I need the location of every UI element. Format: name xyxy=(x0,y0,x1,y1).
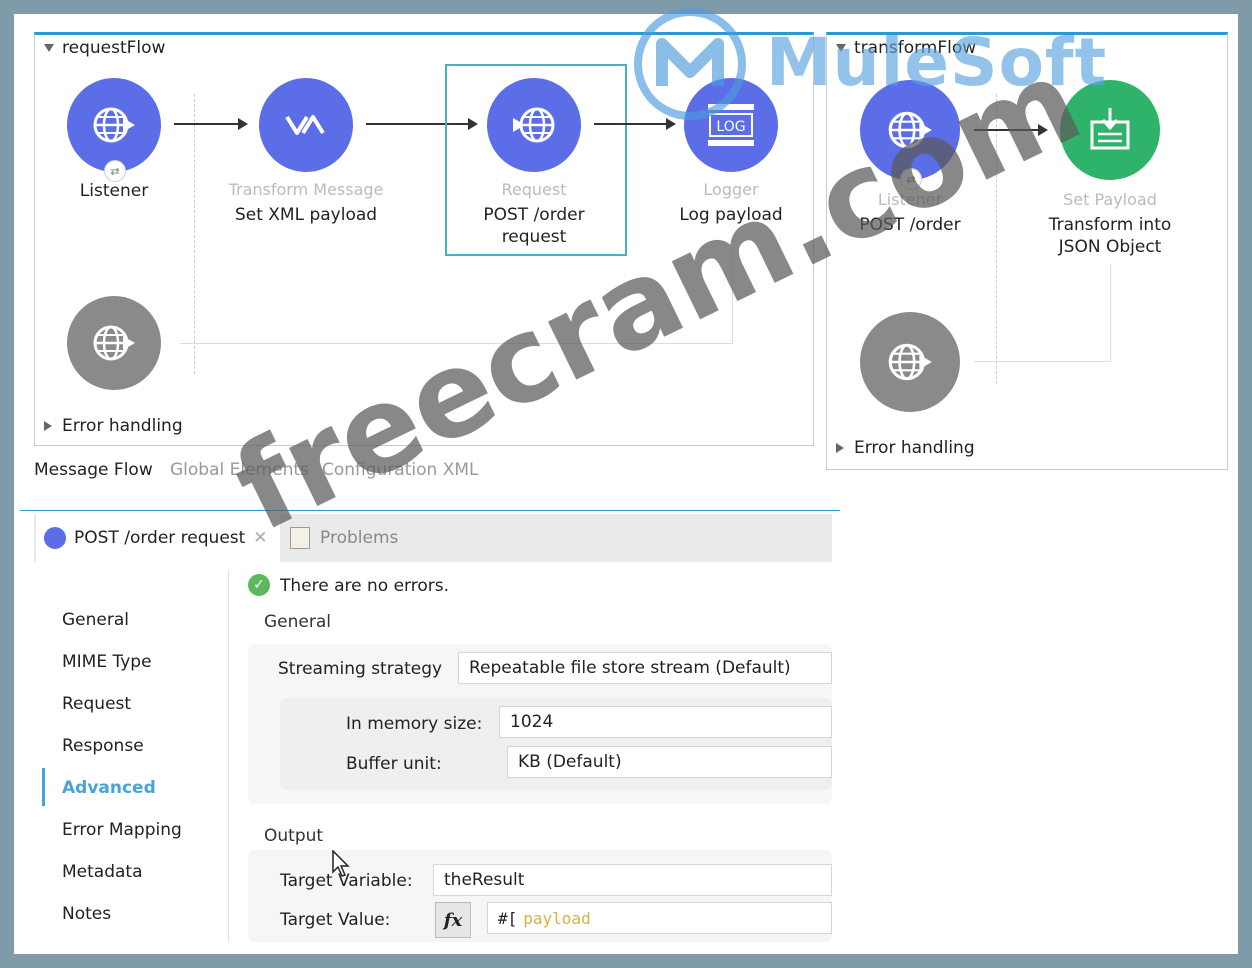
nav-request[interactable]: Request xyxy=(62,694,131,714)
status-ok-icon: ✓ xyxy=(248,574,270,596)
target-value-label: Target Value: xyxy=(280,910,391,930)
problems-icon xyxy=(290,527,310,549)
status-text: There are no errors. xyxy=(280,576,449,596)
nav-advanced[interactable]: Advanced xyxy=(62,778,156,798)
app-frame: requestFlow ⇄ Listener Transform Message… xyxy=(14,8,1238,954)
globe-response-icon xyxy=(888,343,932,381)
transform-error-handling[interactable]: Error handling xyxy=(836,438,975,458)
panel-divider xyxy=(20,510,840,511)
mulesoft-watermark: MuleSoft xyxy=(630,4,1106,124)
globe-listener-icon xyxy=(93,107,135,143)
source-divider xyxy=(996,94,997,384)
globe-response-icon xyxy=(93,325,135,361)
response-path-vertical xyxy=(732,250,733,344)
mouse-cursor-icon xyxy=(332,850,350,877)
tab-message-flow[interactable]: Message Flow xyxy=(34,460,153,480)
nav-notes[interactable]: Notes xyxy=(62,904,111,924)
streaming-strategy-label: Streaming strategy xyxy=(278,659,443,679)
general-section-title: General xyxy=(264,612,331,632)
nav-separator xyxy=(228,570,229,942)
flow-arrow xyxy=(174,118,248,130)
nav-mime-type[interactable]: MIME Type xyxy=(62,652,152,672)
listener-badge-icon: ⇄ xyxy=(104,160,126,182)
tab-global-elements[interactable]: Global Elements xyxy=(170,460,309,480)
close-icon[interactable]: ✕ xyxy=(253,528,267,548)
mulesoft-wordmark: MuleSoft xyxy=(766,24,1108,101)
tab-problems[interactable]: Problems xyxy=(290,514,398,562)
response-path-horizontal xyxy=(974,361,1111,362)
target-value-input[interactable]: #[payload xyxy=(487,902,832,934)
nav-general[interactable]: General xyxy=(62,610,129,630)
tab-post-order-request[interactable]: POST /order request ✕ xyxy=(36,514,280,562)
request-name: POST /order request xyxy=(483,205,585,247)
nav-active-indicator xyxy=(42,768,45,806)
logger-type: Logger xyxy=(703,180,759,199)
tab-configuration-xml[interactable]: Configuration XML xyxy=(322,460,478,480)
source-divider xyxy=(194,94,195,374)
mulesoft-logo-icon xyxy=(634,8,746,120)
expand-icon[interactable] xyxy=(44,421,52,431)
request-flow-title[interactable]: requestFlow xyxy=(44,38,165,58)
collapse-icon[interactable] xyxy=(44,44,54,52)
buffer-unit-label: Buffer unit: xyxy=(346,754,442,774)
set-payload-name: Transform into JSON Object xyxy=(1048,215,1172,257)
expand-icon[interactable] xyxy=(836,443,844,453)
dataweave-icon xyxy=(285,115,325,135)
transform-message-name: Set XML payload xyxy=(234,205,378,225)
transform-message-type: Transform Message xyxy=(228,180,384,199)
transform-message-node[interactable] xyxy=(259,78,353,172)
globe-request-icon xyxy=(513,107,555,143)
buffer-unit-select[interactable]: KB (Default) xyxy=(507,746,832,778)
response-path-vertical xyxy=(1110,264,1111,362)
listener-node[interactable] xyxy=(67,78,161,172)
logger-name: Log payload xyxy=(679,205,783,225)
request-type: Request xyxy=(501,180,567,199)
output-section-title: Output xyxy=(264,826,324,846)
in-memory-size-label: In memory size: xyxy=(346,714,483,734)
flow-arrow xyxy=(974,124,1048,136)
globe-tab-icon xyxy=(44,527,66,549)
transform-listener-name: POST /order xyxy=(859,215,961,235)
response-path-horizontal xyxy=(180,343,733,344)
response-listener-node[interactable] xyxy=(67,296,161,390)
request-node[interactable] xyxy=(487,78,581,172)
target-variable-input[interactable]: theResult xyxy=(433,864,832,896)
listener-name: Listener xyxy=(79,181,149,201)
nav-response[interactable]: Response xyxy=(62,736,144,756)
in-memory-size-input[interactable]: 1024 xyxy=(499,706,832,738)
nav-error-mapping[interactable]: Error Mapping xyxy=(62,820,182,840)
set-payload-icon xyxy=(1090,108,1130,150)
listener-badge-icon: ⇄ xyxy=(900,168,922,190)
set-payload-type: Set Payload xyxy=(1063,190,1157,209)
transform-listener-type: Listener xyxy=(877,190,943,209)
request-error-handling[interactable]: Error handling xyxy=(44,416,183,436)
nav-metadata[interactable]: Metadata xyxy=(62,862,143,882)
streaming-strategy-select[interactable]: Repeatable file store stream (Default) xyxy=(458,652,832,684)
transform-response-node[interactable] xyxy=(860,312,960,412)
fx-button[interactable]: fx xyxy=(435,902,471,938)
